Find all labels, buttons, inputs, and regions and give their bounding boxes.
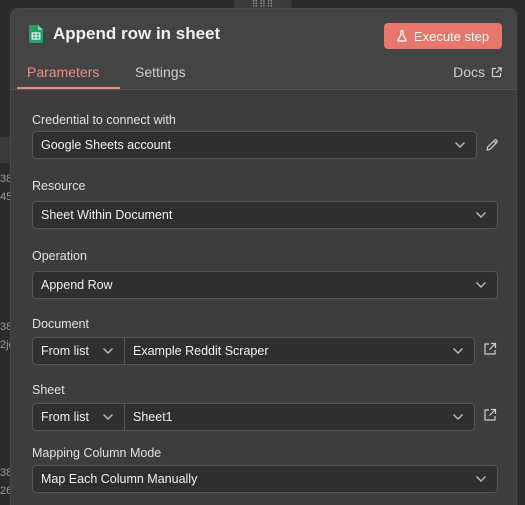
chevron-down-icon xyxy=(453,414,463,420)
background-node xyxy=(0,137,10,163)
docs-link[interactable]: Docs xyxy=(453,64,502,80)
credential-value: Google Sheets account xyxy=(41,138,171,152)
operation-value: Append Row xyxy=(41,278,113,292)
active-tab-indicator xyxy=(17,87,120,89)
mapping-mode-label: Mapping Column Mode xyxy=(32,446,162,460)
tab-parameters[interactable]: Parameters xyxy=(27,64,99,80)
panel-title: Append row in sheet xyxy=(53,24,221,43)
document-select[interactable]: Example Reddit Scraper xyxy=(124,337,475,365)
chevron-down-icon xyxy=(476,212,486,218)
background-text: 2je xyxy=(0,339,10,351)
chevron-down-icon xyxy=(453,348,463,354)
external-link-icon[interactable] xyxy=(483,408,497,422)
sheet-select[interactable]: Sheet1 xyxy=(124,403,475,431)
flask-icon xyxy=(397,30,407,42)
background-text: 45 xyxy=(0,191,10,203)
chevron-down-icon xyxy=(103,414,113,420)
execute-step-button[interactable]: Execute step xyxy=(384,23,502,49)
external-link-icon[interactable] xyxy=(483,342,497,356)
external-link-icon xyxy=(491,66,502,77)
sheet-mode-value: From list xyxy=(41,410,89,424)
google-sheets-icon xyxy=(29,25,43,43)
mapping-mode-select[interactable]: Map Each Column Manually xyxy=(32,465,498,493)
edit-pencil-icon[interactable] xyxy=(485,138,499,152)
tab-settings[interactable]: Settings xyxy=(135,64,186,80)
chevron-down-icon xyxy=(103,348,113,354)
operation-label: Operation xyxy=(32,249,87,263)
operation-select[interactable]: Append Row xyxy=(32,271,498,299)
resource-label: Resource xyxy=(32,179,86,193)
document-mode-value: From list xyxy=(41,344,89,358)
sheet-mode-select[interactable]: From list xyxy=(32,403,125,431)
credential-select[interactable]: Google Sheets account xyxy=(32,131,477,159)
sheet-label: Sheet xyxy=(32,383,65,397)
resource-select[interactable]: Sheet Within Document xyxy=(32,201,498,229)
background-text: 38, xyxy=(0,321,10,333)
credential-label: Credential to connect with xyxy=(32,113,176,127)
document-value: Example Reddit Scraper xyxy=(133,344,269,358)
execute-step-label: Execute step xyxy=(413,28,490,44)
background-text: 26 xyxy=(0,485,10,497)
document-mode-select[interactable]: From list xyxy=(32,337,125,365)
document-label: Document xyxy=(32,317,89,331)
sheet-value: Sheet1 xyxy=(133,410,173,424)
chevron-down-icon xyxy=(476,282,486,288)
chevron-down-icon xyxy=(476,476,486,482)
background-text: 38, xyxy=(0,467,10,479)
mapping-mode-value: Map Each Column Manually xyxy=(41,472,198,486)
background-text: 38, xyxy=(0,173,10,185)
chevron-down-icon xyxy=(455,142,465,148)
resource-value: Sheet Within Document xyxy=(41,208,173,222)
docs-label: Docs xyxy=(453,64,485,80)
node-settings-panel: Append row in sheet Execute step Paramet… xyxy=(10,8,517,505)
panel-header: Append row in sheet Execute step Paramet… xyxy=(11,9,516,90)
